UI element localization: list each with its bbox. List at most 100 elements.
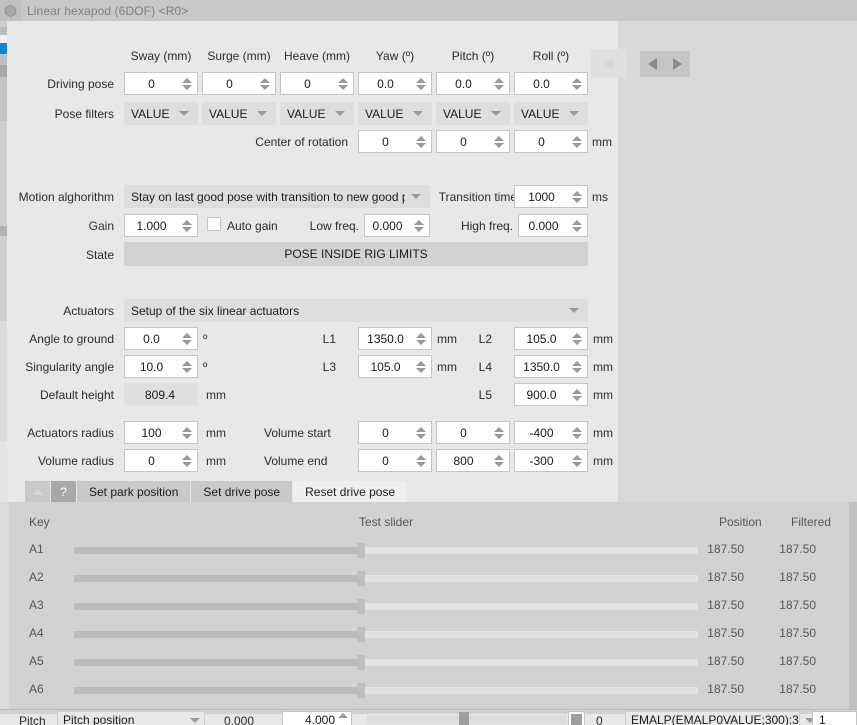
spinner-down-icon[interactable]	[572, 395, 582, 401]
volume-start-x-input[interactable]: 0	[358, 421, 432, 444]
spinner-down-icon[interactable]	[416, 433, 426, 439]
spinner-up-icon[interactable]	[182, 360, 192, 366]
spinner-up-icon[interactable]	[338, 77, 348, 83]
test-slider-a1[interactable]	[74, 543, 698, 558]
pose-filter-surge-select[interactable]: VALUE	[202, 102, 276, 125]
test-slider-a6[interactable]	[74, 683, 698, 698]
spinner-down-icon[interactable]	[416, 461, 426, 467]
slider-thumb[interactable]	[357, 543, 366, 558]
spinner-up-icon[interactable]	[494, 426, 504, 432]
spinner-down-icon[interactable]	[572, 226, 582, 232]
help-button[interactable]: ?	[51, 481, 77, 502]
spinner-down-icon[interactable]	[572, 142, 582, 148]
reset-drive-pose-tab[interactable]: Reset drive pose	[293, 481, 409, 502]
left-edge-tree-strip[interactable]	[0, 21, 9, 502]
volume-start-z-input[interactable]: -400	[514, 421, 588, 444]
spinner-arrows[interactable]	[414, 356, 431, 377]
spinner-arrows[interactable]	[180, 356, 197, 377]
bottom-spin-input[interactable]: 4.000	[282, 711, 352, 725]
spinner-up-icon[interactable]	[416, 135, 426, 141]
spinner-arrows[interactable]	[570, 422, 587, 443]
spinner-down-icon[interactable]	[182, 339, 192, 345]
spinner-arrows[interactable]	[570, 384, 587, 405]
chevron-left-icon[interactable]	[648, 58, 657, 70]
spinner-arrows[interactable]	[570, 450, 587, 471]
spinner-arrows[interactable]	[492, 422, 509, 443]
spinner-down-icon[interactable]	[416, 339, 426, 345]
spinner-up-icon[interactable]	[182, 219, 192, 225]
slider-thumb[interactable]	[357, 683, 366, 698]
spinner-down-icon[interactable]	[572, 339, 582, 345]
spinner-arrows[interactable]	[570, 73, 587, 94]
spinner-up-icon[interactable]	[416, 426, 426, 432]
center-of-rotation-y-input[interactable]: 0	[436, 130, 510, 153]
spinner-down-icon[interactable]	[494, 142, 504, 148]
spinner-down-icon[interactable]	[182, 367, 192, 373]
spinner-down-icon[interactable]	[182, 433, 192, 439]
spinner-arrows[interactable]	[336, 73, 353, 94]
pose-filter-sway-select[interactable]: VALUE	[124, 102, 198, 125]
spinner-down-icon[interactable]	[182, 226, 192, 232]
length-l3-input[interactable]: 105.0	[358, 355, 432, 378]
motion-algorithm-select[interactable]: Stay on last good pose with transition t…	[124, 185, 430, 208]
length-l1-input[interactable]: 1350.0	[358, 327, 432, 350]
spinner-arrows[interactable]	[570, 328, 587, 349]
driving-pose-yaw-input[interactable]: 0.0	[358, 72, 432, 95]
spinner-down-icon[interactable]	[572, 84, 582, 90]
spinner-up-icon[interactable]	[572, 332, 582, 338]
spinner-down-icon[interactable]	[414, 226, 424, 232]
slider-thumb[interactable]	[357, 655, 366, 670]
spinner-up-icon[interactable]	[572, 426, 582, 432]
length-l4-input[interactable]: 1350.0	[514, 355, 588, 378]
spinner-up-icon[interactable]	[182, 454, 192, 460]
spinner-down-icon[interactable]	[416, 84, 426, 90]
slider-thumb[interactable]	[357, 627, 366, 642]
set-drive-pose-tab[interactable]: Set drive pose	[191, 481, 294, 502]
spinner-down-icon[interactable]	[182, 461, 192, 467]
volume-end-y-input[interactable]: 800	[436, 449, 510, 472]
bottom-last-input[interactable]: 1	[812, 711, 857, 725]
driving-pose-surge-input[interactable]: 0	[202, 72, 276, 95]
center-of-rotation-x-input[interactable]: 0	[358, 130, 432, 153]
spinner-arrows[interactable]	[570, 131, 587, 152]
spinner-up-icon[interactable]	[416, 360, 426, 366]
auto-gain-checkbox[interactable]	[207, 217, 221, 231]
bottom-checkbox[interactable]	[568, 711, 585, 725]
spinner-down-icon[interactable]	[494, 433, 504, 439]
length-l5-input[interactable]: 900.0	[514, 383, 588, 406]
bottom-expression-select[interactable]: EMALP(EMALP0VALUE;300):3	[625, 711, 815, 725]
spinner-up-icon[interactable]	[416, 454, 426, 460]
driving-pose-heave-input[interactable]: 0	[280, 72, 354, 95]
spinner-up-icon[interactable]	[572, 77, 582, 83]
spinner-down-icon[interactable]	[338, 84, 348, 90]
spinner-down-icon[interactable]	[572, 461, 582, 467]
spinner-up-icon[interactable]	[572, 388, 582, 394]
test-slider-a3[interactable]	[74, 599, 698, 614]
spinner-arrows[interactable]	[180, 73, 197, 94]
gain-input[interactable]: 1.000	[124, 214, 198, 237]
pose-filter-yaw-select[interactable]: VALUE	[358, 102, 432, 125]
bottom-slider-thumb[interactable]	[459, 712, 469, 725]
spinner-up-icon[interactable]	[182, 426, 192, 432]
spinner-down-icon[interactable]	[572, 433, 582, 439]
spinner-arrows[interactable]	[570, 186, 587, 207]
spinner-up-icon[interactable]	[572, 454, 582, 460]
spinner-up-icon[interactable]	[572, 219, 582, 225]
spinner-arrows[interactable]	[180, 450, 197, 471]
spinner-up-icon[interactable]	[416, 77, 426, 83]
slider-thumb[interactable]	[357, 599, 366, 614]
pose-filter-roll-select[interactable]: VALUE	[514, 102, 588, 125]
spinner-up-icon[interactable]	[494, 454, 504, 460]
spinner-up-icon[interactable]	[572, 190, 582, 196]
driving-pose-pitch-input[interactable]: 0.0	[436, 72, 510, 95]
spinner-down-icon[interactable]	[416, 142, 426, 148]
low-freq-input[interactable]: 0.000	[364, 214, 430, 237]
spinner-up-icon[interactable]	[494, 77, 504, 83]
chevron-right-icon[interactable]	[673, 58, 682, 70]
spinner-up-icon[interactable]	[416, 332, 426, 338]
test-slider-a2[interactable]	[74, 571, 698, 586]
driving-pose-sway-input[interactable]: 0	[124, 72, 198, 95]
singularity-angle-input[interactable]: 10.0	[124, 355, 198, 378]
angle-to-ground-input[interactable]: 0.0	[124, 327, 198, 350]
spinner-arrows[interactable]	[492, 131, 509, 152]
